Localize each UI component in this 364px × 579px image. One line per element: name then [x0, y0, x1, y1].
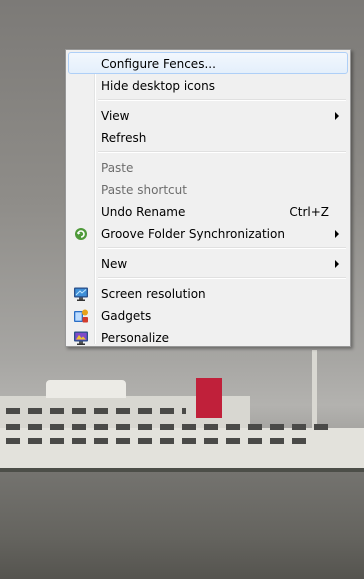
- menu-item-label: Personalize: [101, 331, 170, 345]
- personalize-icon: [73, 330, 89, 346]
- menu-item-hide-desktop-icons[interactable]: Hide desktop icons: [68, 74, 348, 96]
- menu-item-groove-folder-sync[interactable]: Groove Folder Synchronization: [68, 222, 348, 244]
- menu-item-label: Gadgets: [101, 309, 152, 323]
- menu-item-view[interactable]: View: [68, 104, 348, 126]
- menu-item-undo-rename[interactable]: Undo Rename Ctrl+Z: [68, 200, 348, 222]
- menu-item-label: Paste: [101, 161, 134, 175]
- groove-icon: [73, 226, 89, 242]
- sea: [0, 472, 364, 579]
- menu-item-label: Paste shortcut: [101, 183, 187, 197]
- menu-item-paste-shortcut[interactable]: Paste shortcut: [68, 178, 348, 200]
- menu-item-label: Hide desktop icons: [101, 79, 215, 93]
- ship-funnel: [196, 378, 222, 418]
- menu-item-label: Configure Fences...: [101, 57, 216, 71]
- menu-item-new[interactable]: New: [68, 252, 348, 274]
- ship-windows: [6, 424, 336, 430]
- menu-separator: [98, 247, 346, 249]
- gadgets-icon: [73, 308, 89, 324]
- menu-separator: [98, 99, 346, 101]
- menu-item-gadgets[interactable]: Gadgets: [68, 304, 348, 326]
- menu-item-label: Groove Folder Synchronization: [101, 227, 285, 241]
- menu-separator: [98, 277, 346, 279]
- menu-separator: [98, 151, 346, 153]
- menu-item-paste[interactable]: Paste: [68, 156, 348, 178]
- menu-item-label: Refresh: [101, 131, 147, 145]
- menu-item-label: Screen resolution: [101, 287, 206, 301]
- menu-item-refresh[interactable]: Refresh: [68, 126, 348, 148]
- menu-item-label: View: [101, 109, 130, 123]
- ship-windows: [6, 408, 186, 414]
- ship-windows: [6, 438, 306, 444]
- menu-item-personalize[interactable]: Personalize: [68, 326, 348, 348]
- ship-mast: [312, 350, 317, 430]
- submenu-arrow-icon: [335, 260, 339, 268]
- menu-item-configure-fences[interactable]: Configure Fences...: [68, 52, 348, 74]
- menu-item-label: New: [101, 257, 128, 271]
- menu-item-screen-resolution[interactable]: Screen resolution: [68, 282, 348, 304]
- menu-item-shortcut: Ctrl+Z: [289, 205, 329, 219]
- ship-bridge: [46, 380, 126, 398]
- menu-item-label: Undo Rename: [101, 205, 186, 219]
- desktop-context-menu: Configure Fences... Hide desktop icons V…: [65, 49, 351, 347]
- monitor-icon: [73, 286, 89, 302]
- submenu-arrow-icon: [335, 112, 339, 120]
- submenu-arrow-icon: [335, 230, 339, 238]
